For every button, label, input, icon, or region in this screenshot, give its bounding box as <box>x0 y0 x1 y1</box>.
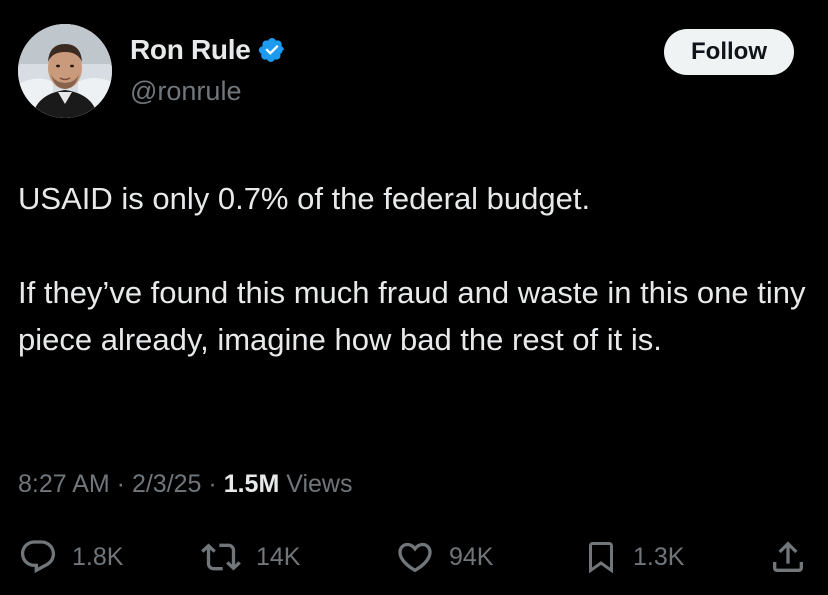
views-count[interactable]: 1.5M <box>224 470 280 498</box>
reply-count: 1.8K <box>72 542 124 571</box>
tweet-date[interactable]: 2/3/25 <box>132 470 202 498</box>
reply-icon <box>20 540 56 574</box>
repost-count: 14K <box>256 542 301 571</box>
share-icon <box>773 541 803 572</box>
avatar[interactable] <box>18 24 112 118</box>
reply-button[interactable]: 1.8K <box>18 532 123 582</box>
follow-button[interactable]: Follow <box>664 29 794 75</box>
action-bar: 1.8K 14K 94K 1.3K <box>0 532 828 582</box>
tweet-paragraph: USAID is only 0.7% of the federal budget… <box>18 181 591 216</box>
author-handle[interactable]: @ronrule <box>130 76 241 107</box>
author-name-row[interactable]: Ron Rule <box>130 34 286 66</box>
heart-icon <box>398 542 432 573</box>
tweet-text: USAID is only 0.7% of the federal budget… <box>18 175 818 363</box>
views-label[interactable]: Views <box>279 470 352 498</box>
profile-photo-icon <box>18 24 112 118</box>
share-button[interactable] <box>768 532 808 582</box>
bookmark-icon <box>589 542 613 574</box>
repost-button[interactable]: 14K <box>200 532 300 582</box>
bookmark-count: 1.3K <box>633 542 685 571</box>
author-display-name[interactable]: Ron Rule <box>130 34 251 66</box>
meta-separator: · <box>109 470 132 498</box>
meta-separator: · <box>201 470 224 498</box>
tweet-paragraph: If they’ve found this much fraud and was… <box>18 275 806 357</box>
tweet-time[interactable]: 8:27 AM <box>18 470 110 498</box>
like-count: 94K <box>449 542 494 571</box>
verified-badge-icon[interactable] <box>258 36 286 64</box>
repost-icon <box>201 543 241 571</box>
bookmark-button[interactable]: 1.3K <box>583 532 684 582</box>
like-button[interactable]: 94K <box>395 532 493 582</box>
tweet-meta: 8:27 AM · 2/3/25 · 1.5M Views <box>18 470 352 499</box>
